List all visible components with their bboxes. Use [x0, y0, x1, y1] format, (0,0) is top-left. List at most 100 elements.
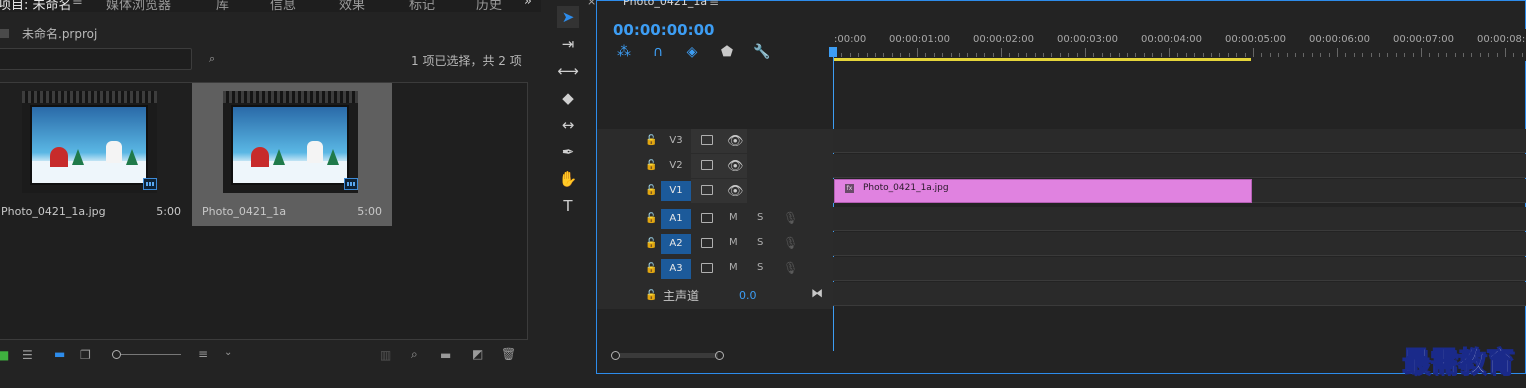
ripple-edit-tool-icon[interactable]: ⟷	[557, 60, 579, 82]
mute-button[interactable]: M	[729, 237, 738, 248]
ruler-tick	[1101, 53, 1103, 57]
ruler-tick	[866, 53, 868, 57]
ruler-tick	[1421, 48, 1422, 57]
selection-tool-icon[interactable]: ➤	[557, 6, 579, 28]
close-tab-icon[interactable]: ×	[587, 0, 596, 8]
lock-icon[interactable]: 🔓	[645, 238, 657, 249]
mute-button[interactable]: M	[729, 262, 738, 273]
track-label-target[interactable]: A3	[661, 259, 691, 279]
hand-tool-icon[interactable]: ✋	[557, 168, 579, 190]
tab-history[interactable]: 历史	[476, 0, 502, 12]
sync-lock-icon[interactable]	[701, 238, 713, 248]
eye-icon[interactable]: 👁	[727, 134, 744, 149]
zoom-slider[interactable]	[112, 349, 182, 361]
scrollbar-handle-left[interactable]	[611, 351, 620, 360]
tools-panel: ➤ ⇥ ⟷ ◆ ↔ ✒ ✋ T	[545, 0, 590, 374]
lock-icon[interactable]: 🔓	[645, 185, 657, 196]
clear-icon[interactable]: 🗑	[501, 348, 516, 360]
project-file-name: 未命名.prproj	[22, 27, 98, 41]
type-tool-icon[interactable]: T	[557, 195, 579, 217]
freeform-view-icon[interactable]: ❐	[80, 349, 91, 361]
razor-tool-icon[interactable]: ◆	[557, 87, 579, 109]
track-select-tool-icon[interactable]: ⇥	[557, 33, 579, 55]
ruler-tick	[1362, 53, 1364, 57]
playhead-timecode[interactable]: 00:00:00:00	[613, 21, 715, 39]
tab-project[interactable]: 项目: 未命名	[0, 0, 72, 12]
snap-magnet-icon[interactable]: ∩	[650, 44, 666, 60]
sync-lock-icon[interactable]	[701, 213, 713, 223]
tab-markers[interactable]: 标记	[409, 0, 435, 12]
zoom-slider-handle[interactable]	[112, 350, 121, 359]
eye-icon[interactable]: 👁	[727, 184, 744, 199]
lock-icon[interactable]: 🔓	[645, 263, 657, 274]
list-view-icon[interactable]: ☰	[22, 349, 33, 361]
tab-effects[interactable]: 效果	[339, 0, 365, 12]
solo-button[interactable]: S	[757, 262, 763, 273]
sync-lock-icon[interactable]	[701, 185, 713, 195]
eye-icon[interactable]: 👁	[727, 159, 744, 174]
solo-button[interactable]: S	[757, 212, 763, 223]
mic-icon[interactable]: 🎙	[783, 261, 798, 275]
scrollbar-thumb[interactable]	[620, 353, 718, 358]
new-item-icon[interactable]: ◩	[472, 348, 483, 360]
mic-icon[interactable]: 🎙	[783, 236, 798, 250]
clip-item[interactable]: Photo_0421_1a.jpg 5:00	[0, 83, 191, 226]
track-label-target[interactable]: A2	[661, 234, 691, 254]
panel-overflow-icon[interactable]: »	[524, 0, 532, 9]
slip-tool-icon[interactable]: ↔	[557, 114, 579, 136]
sync-lock-icon[interactable]	[701, 160, 713, 170]
find-folder-icon[interactable]: ⌕	[209, 52, 215, 66]
lane-a1[interactable]	[833, 207, 1526, 231]
track-label[interactable]: V3	[661, 131, 691, 151]
new-bin-icon[interactable]: ▬	[440, 349, 451, 361]
chevron-down-icon[interactable]: ⌄	[224, 347, 232, 359]
icon-view-icon[interactable]: ▬	[54, 348, 65, 360]
lane-a3[interactable]	[833, 257, 1526, 281]
pen-tool-icon[interactable]: ✒	[557, 141, 579, 163]
lane-master[interactable]	[833, 282, 1526, 306]
tab-media-browser[interactable]: 媒体浏览器	[106, 0, 171, 12]
lock-icon[interactable]: 🔓	[645, 160, 657, 171]
automate-to-sequence-icon[interactable]: ▥	[380, 349, 391, 361]
tab-info[interactable]: 信息	[270, 0, 296, 12]
master-volume-value[interactable]: 0.0	[739, 289, 757, 302]
ruler-tick	[1471, 53, 1473, 57]
time-ruler[interactable]: :00:00 00:00:01:00 00:00:02:00 00:00:03:…	[829, 29, 1526, 61]
work-area-bar[interactable]	[833, 58, 1251, 61]
track-header-v3: 🔓 V3 👁	[597, 129, 833, 153]
track-label[interactable]: V2	[661, 156, 691, 176]
sync-lock-icon[interactable]	[701, 135, 713, 145]
track-label-target[interactable]: A1	[661, 209, 691, 229]
lane-v3[interactable]	[833, 129, 1526, 153]
solo-button[interactable]: S	[757, 237, 763, 248]
sync-lock-icon[interactable]	[701, 263, 713, 273]
lock-icon[interactable]: ■	[0, 349, 9, 361]
mute-button[interactable]: M	[729, 212, 738, 223]
scrollbar-handle-right[interactable]	[715, 351, 724, 360]
lane-v2[interactable]	[833, 154, 1526, 178]
lock-icon[interactable]: 🔓	[645, 213, 657, 224]
master-lock-icon[interactable]: 🔓	[645, 290, 657, 301]
find-icon[interactable]: ⌕	[411, 348, 418, 360]
add-marker-icon[interactable]: ⬟	[719, 44, 735, 60]
lock-icon[interactable]: 🔓	[645, 135, 657, 146]
timeline-clip[interactable]: fx Photo_0421_1a.jpg	[834, 179, 1252, 203]
ruler-tick	[1169, 48, 1170, 57]
settings-wrench-icon[interactable]: 🔧	[753, 44, 770, 60]
linked-selection-icon[interactable]: ◈	[684, 44, 700, 60]
timeline-scrollbar[interactable]	[611, 351, 1526, 361]
sort-icon[interactable]: ≡	[198, 348, 208, 360]
master-nav-icon[interactable]: ⧓	[811, 286, 823, 300]
tab-libraries[interactable]: 库	[216, 0, 229, 12]
search-input[interactable]	[0, 48, 192, 70]
tab-menu-icon[interactable]: ≡	[709, 0, 719, 9]
clip-item-selected[interactable]: Photo_0421_1a 5:00	[192, 83, 392, 226]
tab-menu-icon[interactable]: ≡	[72, 0, 83, 9]
track-label-target[interactable]: V1	[661, 181, 691, 201]
nest-icon[interactable]: ⁂	[616, 44, 632, 60]
sequence-tab[interactable]: Photo_0421_1a	[623, 0, 707, 8]
lane-a2[interactable]	[833, 232, 1526, 256]
mic-icon[interactable]: 🎙	[783, 211, 798, 225]
ruler-tick	[1059, 53, 1061, 57]
ruler-tick	[1269, 53, 1271, 57]
